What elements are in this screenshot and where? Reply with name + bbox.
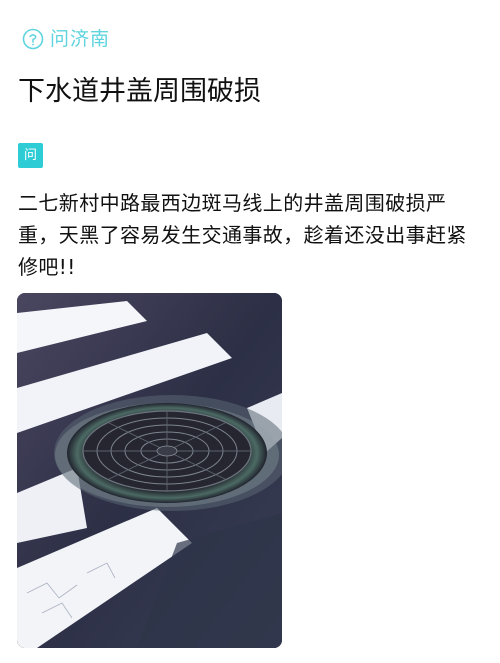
manhole-cover-photo[interactable] (17, 293, 282, 648)
brand-name: 问济南 (50, 28, 111, 50)
post-body: 二七新村中路最西边斑马线上的井盖周围破损严重，天黑了容易发生交通事故，趁着还没出… (18, 191, 467, 279)
post-title: 下水道井盖周围破损 (18, 76, 261, 107)
wen-jinan-logo-icon (22, 28, 44, 50)
brand-header[interactable]: 问济南 (22, 26, 110, 52)
manhole-photo-illustration (17, 293, 282, 648)
question-badge: 问 (18, 143, 43, 168)
